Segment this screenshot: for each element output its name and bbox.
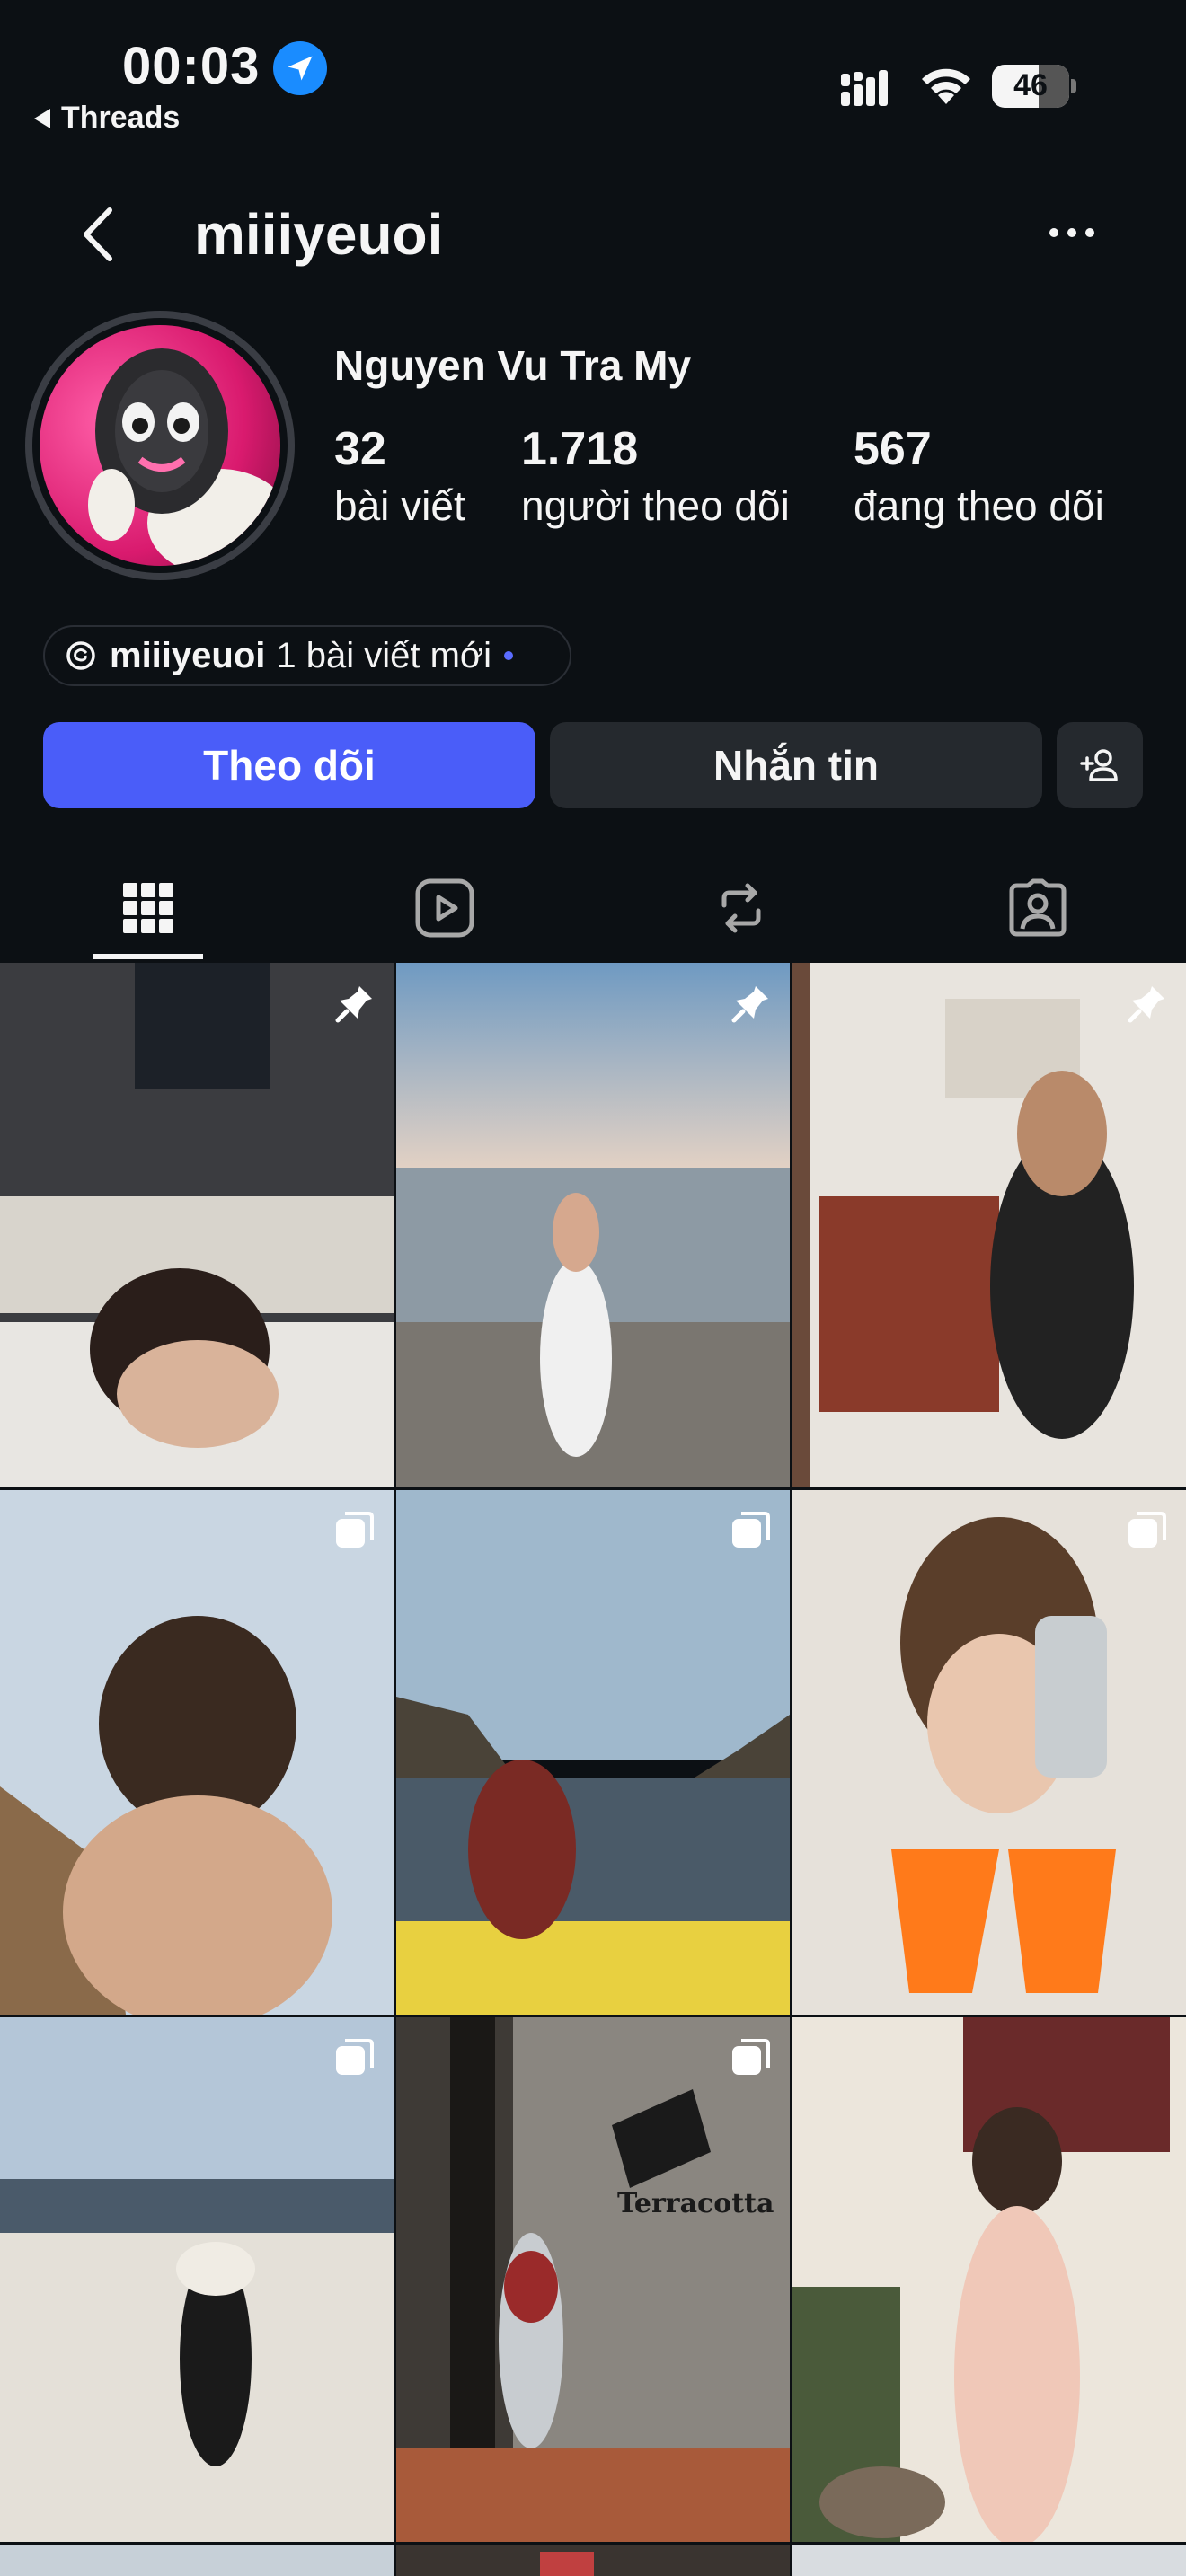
stat-value: 1.718 — [521, 423, 639, 475]
suggest-people-button[interactable] — [1057, 722, 1143, 808]
follow-button[interactable]: Theo dõi — [43, 722, 535, 808]
stat-label: người theo dõi — [521, 482, 790, 529]
stat-value: 567 — [854, 423, 932, 475]
post-thumbnail[interactable] — [0, 963, 394, 1487]
back-chevron-icon[interactable] — [72, 203, 126, 266]
post-thumbnail[interactable] — [0, 2017, 394, 2542]
following-count[interactable]: 567 đang theo dõi — [854, 422, 1104, 530]
post-thumbnail[interactable] — [792, 1490, 1186, 2015]
profile-username: miiiyeuoi — [194, 202, 444, 267]
post-thumbnail[interactable] — [792, 2017, 1186, 2542]
post-thumbnail[interactable] — [396, 2545, 790, 2576]
wifi-icon — [922, 68, 970, 104]
status-bar: 00:03 Threads 46 — [0, 0, 1186, 144]
pin-icon — [731, 986, 768, 1023]
post-thumbnail[interactable] — [0, 1490, 394, 2015]
battery-level: 46 — [1013, 68, 1048, 102]
threads-logo-icon — [66, 641, 95, 670]
location-arrow-icon — [273, 41, 327, 95]
clock: 00:03 — [122, 37, 261, 95]
back-triangle-icon — [34, 108, 50, 128]
profile-header: miiiyeuoi — [0, 180, 1186, 287]
carousel-icon — [336, 2039, 374, 2075]
active-tab-indicator — [93, 954, 203, 959]
carousel-icon — [732, 1512, 770, 1548]
stat-label: bài viết — [334, 482, 465, 529]
threads-badge[interactable]: miiiyeuoi 1 bài viết mới — [43, 625, 571, 686]
battery-indicator: 46 — [992, 65, 1076, 108]
message-button[interactable]: Nhắn tin — [550, 722, 1042, 808]
add-person-icon — [1080, 749, 1118, 781]
post-thumbnail[interactable]: Terracotta — [396, 2017, 790, 2542]
grid-icon — [123, 883, 173, 933]
carousel-icon — [732, 2039, 770, 2075]
post-thumbnail[interactable] — [792, 2545, 1186, 2576]
posts-count[interactable]: 32 bài viết — [334, 422, 465, 530]
tagged-person-icon — [1009, 878, 1067, 937]
tab-reels[interactable] — [296, 855, 593, 961]
tab-tagged[interactable] — [890, 855, 1186, 961]
repost-icon — [721, 883, 761, 933]
pin-icon — [1128, 986, 1164, 1023]
stat-value: 32 — [334, 423, 386, 475]
reels-icon — [415, 878, 474, 938]
carousel-icon — [336, 1512, 374, 1548]
cellular-signal-icon — [841, 70, 888, 106]
post-thumbnail[interactable] — [792, 963, 1186, 1487]
pin-icon — [335, 986, 372, 1023]
threads-handle: miiiyeuoi — [110, 635, 266, 675]
new-indicator-dot — [504, 651, 514, 660]
tab-reposts[interactable] — [593, 855, 890, 961]
profile-full-name: Nguyen Vu Tra My — [334, 342, 692, 389]
more-options-icon[interactable] — [1049, 219, 1103, 246]
post-overlay-text: Terracotta — [617, 2188, 774, 2219]
profile-content-tabs — [0, 855, 1186, 961]
back-to-app-link[interactable]: Threads — [34, 101, 180, 136]
back-app-label: Threads — [61, 101, 181, 135]
tab-posts-grid[interactable] — [0, 855, 296, 961]
post-thumbnail[interactable] — [396, 963, 790, 1487]
post-thumbnail[interactable] — [396, 1490, 790, 2015]
post-thumbnail[interactable] — [0, 2545, 394, 2576]
avatar[interactable] — [40, 325, 280, 566]
threads-new-post-text: 1 bài viết mới — [276, 635, 492, 675]
followers-count[interactable]: 1.718 người theo dõi — [521, 422, 790, 530]
carousel-icon — [1128, 1512, 1166, 1548]
stat-label: đang theo dõi — [854, 482, 1104, 529]
